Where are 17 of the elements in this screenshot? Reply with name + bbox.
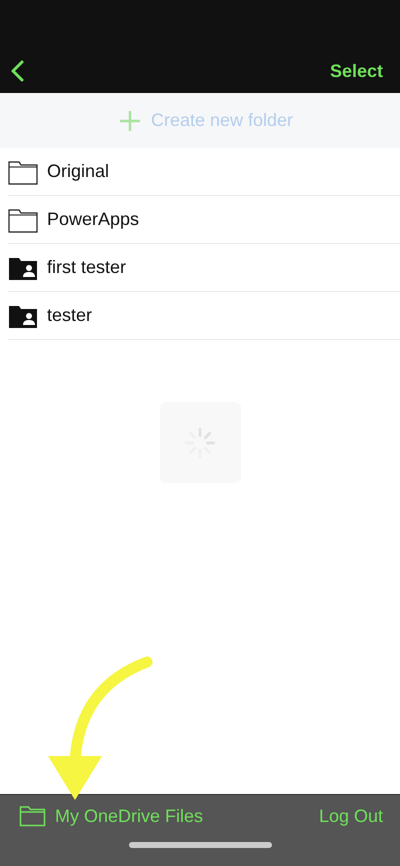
folder-icon bbox=[8, 206, 38, 232]
folder-row[interactable]: Original bbox=[8, 148, 400, 196]
folder-name: tester bbox=[47, 305, 92, 326]
plus-icon bbox=[118, 110, 141, 132]
back-button[interactable] bbox=[10, 60, 24, 82]
select-button[interactable]: Select bbox=[330, 61, 383, 82]
folder-row[interactable]: first tester bbox=[8, 244, 400, 292]
folder-icon bbox=[19, 805, 46, 827]
back-icon bbox=[10, 60, 24, 82]
folder-name: first tester bbox=[47, 257, 126, 278]
folder-row[interactable]: tester bbox=[8, 292, 400, 340]
folder-name: Original bbox=[47, 161, 110, 182]
folder-icon bbox=[8, 158, 38, 184]
folder-name: PowerApps bbox=[47, 209, 140, 230]
log-out-button[interactable]: Log Out bbox=[318, 806, 383, 826]
my-files-button[interactable]: My OneDrive Files bbox=[19, 805, 204, 827]
folder-row[interactable]: PowerApps bbox=[8, 196, 400, 244]
